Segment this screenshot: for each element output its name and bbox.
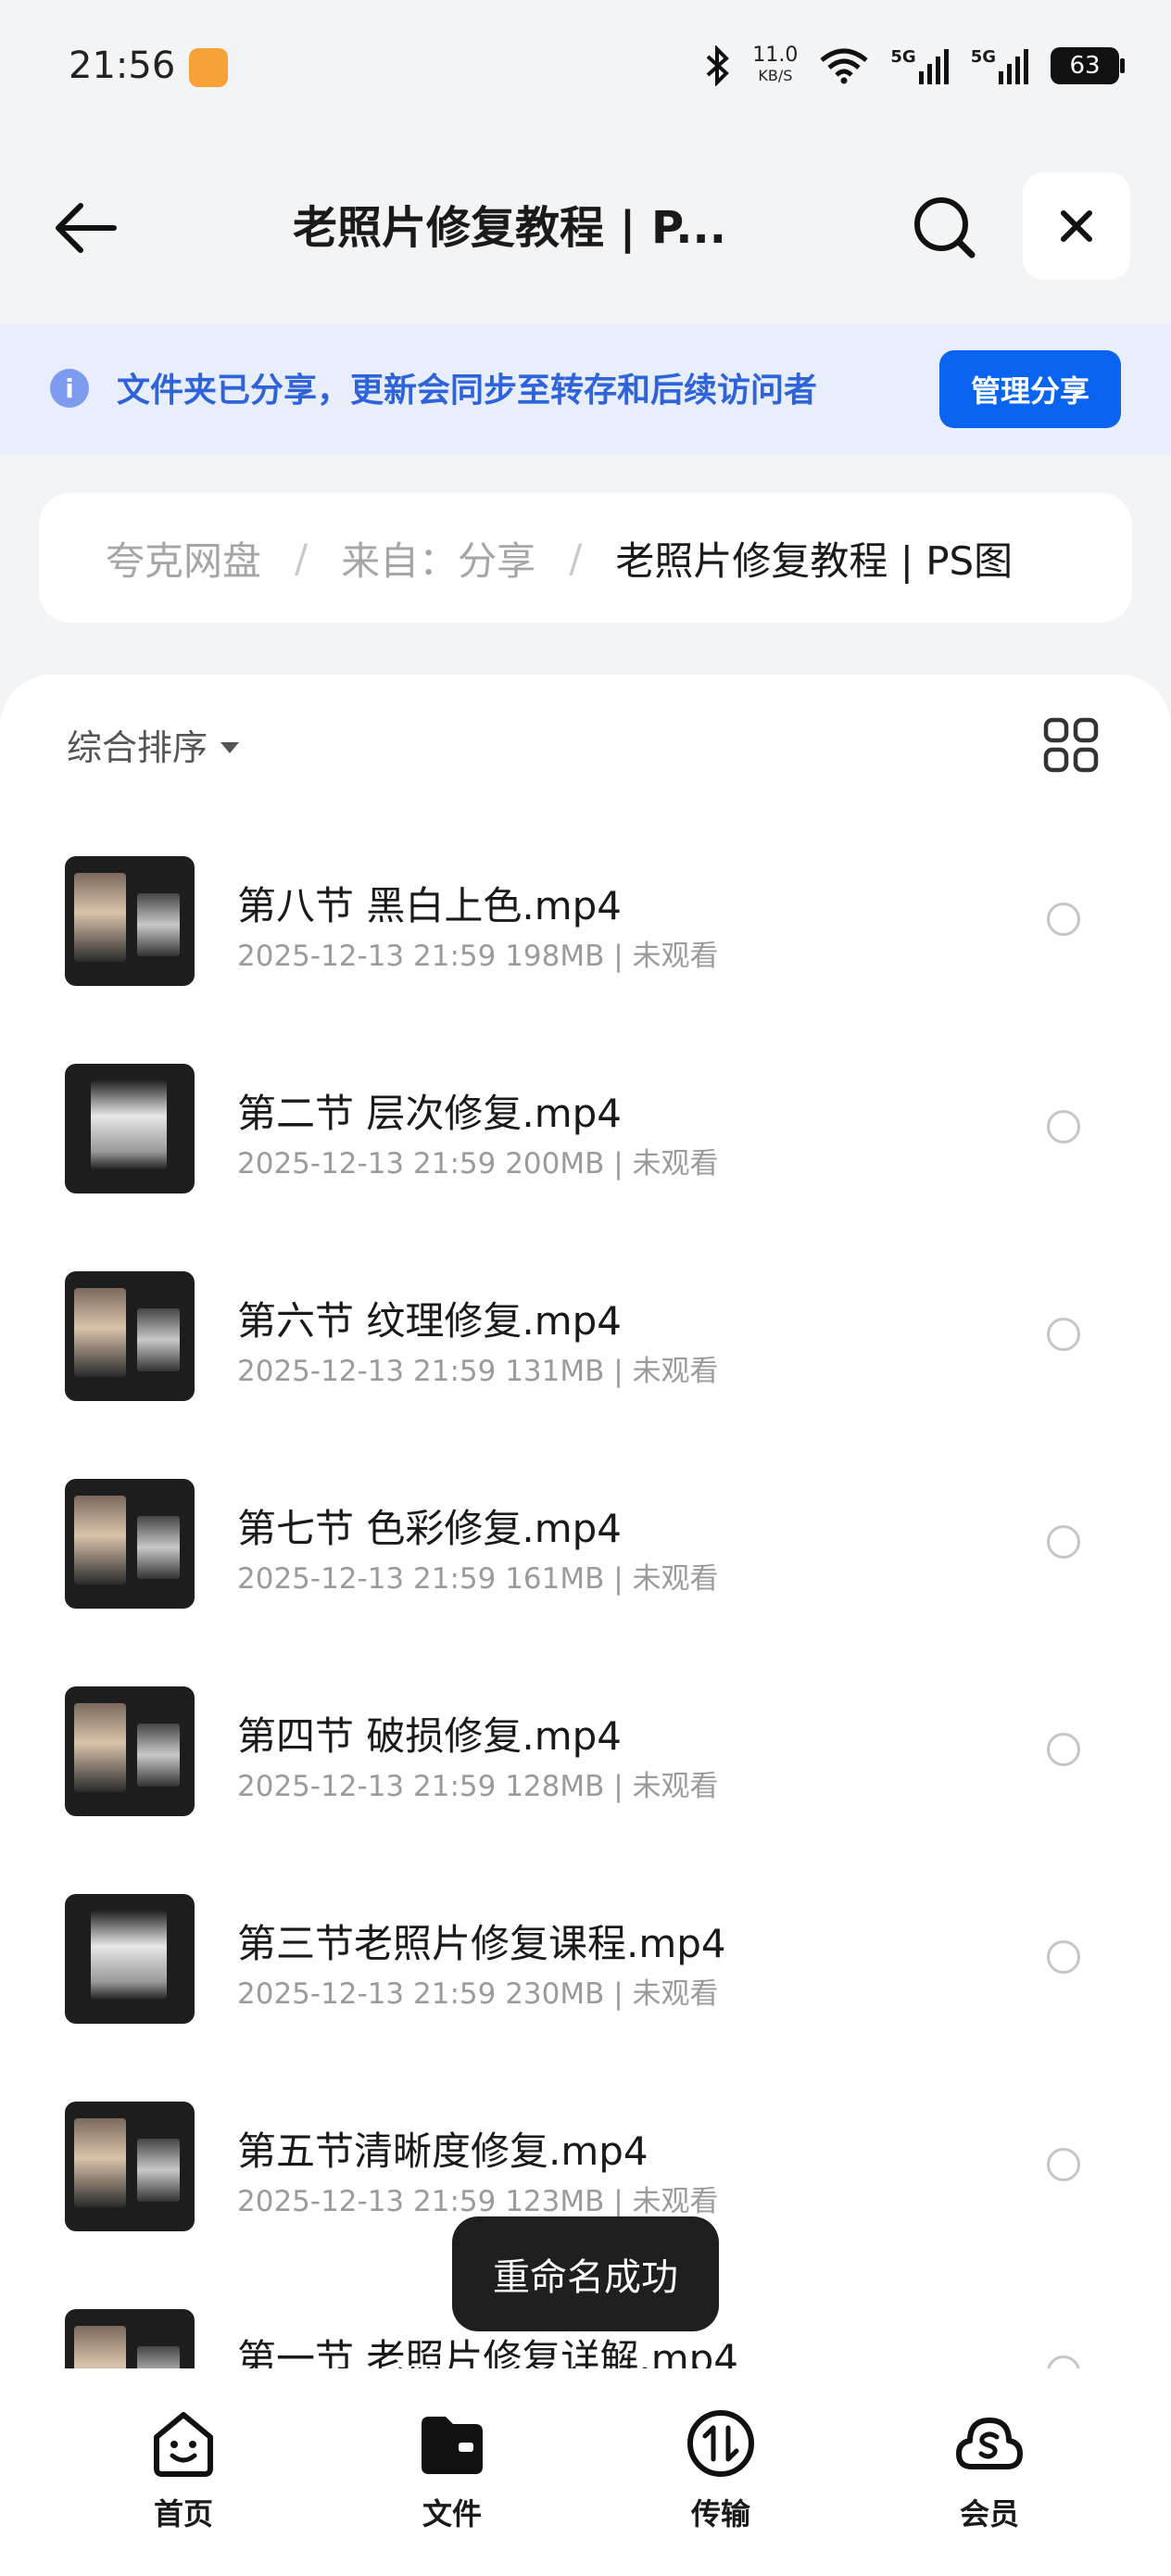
member-cloud-icon (956, 2418, 1023, 2469)
select-checkbox[interactable] (1047, 2148, 1080, 2181)
select-checkbox[interactable] (1047, 1940, 1080, 1974)
list-item[interactable]: 第三节老照片修复课程.mp4 2025-12-13 21:59 230MB | … (0, 1872, 1171, 2079)
tab-home-label: 首页 (153, 2496, 213, 2532)
signal-2: 5G (971, 47, 1030, 84)
close-icon (1061, 210, 1092, 242)
sort-dropdown[interactable]: 综合排序 (67, 719, 240, 770)
list-item[interactable]: 第八节 黑白上色.mp4 2025-12-13 21:59 198MB | 未观… (0, 834, 1171, 1042)
tab-member-label: 会员 (959, 2496, 1019, 2532)
tab-files[interactable]: 文件 (378, 2407, 526, 2533)
file-meta: 2025-12-13 21:59 123MB | 未观看 (237, 2185, 719, 2218)
select-checkbox[interactable] (1047, 903, 1080, 936)
share-banner-text: 文件夹已分享，更新会同步至转存和后续访问者 (117, 372, 818, 410)
signal-1-label: 5G (890, 47, 916, 67)
video-thumbnail (65, 1479, 195, 1609)
search-button[interactable] (908, 191, 982, 265)
select-checkbox[interactable] (1047, 2355, 1080, 2368)
tab-member[interactable]: 会员 (915, 2407, 1064, 2533)
file-meta: 2025-12-13 21:59 198MB | 未观看 (237, 940, 719, 973)
video-thumbnail (65, 1271, 195, 1401)
arrow-left-icon (56, 203, 117, 253)
caret-down-icon (220, 741, 240, 753)
grid-view-icon (1043, 717, 1099, 773)
file-meta: 2025-12-13 21:59 161MB | 未观看 (237, 1562, 719, 1596)
video-thumbnail (65, 2102, 195, 2231)
file-name: 第三节老照片修复课程.mp4 (237, 1921, 726, 1966)
wifi-icon (820, 48, 868, 84)
video-thumbnail (65, 2309, 195, 2368)
battery-indicator: 63 (1051, 47, 1125, 84)
net-speed-unit: KB/S (758, 67, 793, 84)
list-item[interactable]: 第七节 色彩修复.mp4 2025-12-13 21:59 161MB | 未观… (0, 1457, 1171, 1664)
signal-bars-icon (999, 49, 1028, 84)
net-speed: 11.0 KB/S (752, 45, 798, 86)
file-meta: 2025-12-13 21:59 230MB | 未观看 (237, 1977, 719, 2011)
file-meta: 2025-12-13 21:59 131MB | 未观看 (237, 1355, 719, 1388)
bluetooth-icon (707, 45, 730, 86)
signal-1: 5G (890, 47, 950, 84)
select-checkbox[interactable] (1047, 1733, 1080, 1766)
breadcrumb: 夸克网盘 / 来自：分享 / 老照片修复教程 | PS图 (39, 493, 1132, 623)
breadcrumb-item-share[interactable]: 来自：分享 (341, 530, 535, 587)
tab-transfer[interactable]: 传输 (647, 2407, 795, 2533)
manage-share-button[interactable]: 管理分享 (939, 350, 1121, 428)
home-face-icon (154, 2412, 213, 2477)
app-notification-icon (189, 48, 228, 87)
video-thumbnail (65, 1686, 195, 1816)
sort-label: 综合排序 (67, 727, 208, 768)
tab-transfer-label: 传输 (690, 2496, 750, 2532)
breadcrumb-item-root[interactable]: 夸克网盘 (106, 530, 261, 587)
file-name: 第四节 破损修复.mp4 (237, 1713, 622, 1759)
list-item[interactable]: 第二节 层次修复.mp4 2025-12-13 21:59 200MB | 未观… (0, 1042, 1171, 1249)
folder-icon (422, 2417, 483, 2474)
tab-files-label: 文件 (422, 2496, 482, 2532)
breadcrumb-item-current: 老照片修复教程 | PS图 (615, 537, 1014, 584)
back-button[interactable] (48, 191, 122, 265)
tab-home[interactable]: 首页 (109, 2407, 258, 2533)
select-checkbox[interactable] (1047, 1318, 1080, 1351)
video-thumbnail (65, 1894, 195, 2024)
file-name: 第五节清晰度修复.mp4 (237, 2128, 648, 2174)
file-list: 第八节 黑白上色.mp4 2025-12-13 21:59 198MB | 未观… (0, 834, 1171, 2368)
transfer-icon (687, 2410, 754, 2477)
search-icon (914, 197, 976, 259)
grid-view-button[interactable] (1043, 717, 1099, 773)
info-icon: i (50, 369, 89, 408)
file-name: 第二节 层次修复.mp4 (237, 1091, 622, 1136)
file-name: 第八节 黑白上色.mp4 (237, 883, 622, 928)
close-button[interactable] (1023, 172, 1130, 280)
status-indicators: 11.0 KB/S 5G 5G 63 (704, 43, 1125, 89)
select-checkbox[interactable] (1047, 1525, 1080, 1559)
breadcrumb-separator: / (569, 535, 583, 581)
signal-bars-icon (918, 49, 949, 84)
file-name: 第一节 老照片修复详解.mp4 (237, 2336, 738, 2368)
select-checkbox[interactable] (1047, 1110, 1080, 1143)
file-meta: 2025-12-13 21:59 200MB | 未观看 (237, 1147, 719, 1181)
page-title: 老照片修复教程 | P... (292, 202, 727, 254)
list-item[interactable]: 第四节 破损修复.mp4 2025-12-13 21:59 128MB | 未观… (0, 1664, 1171, 1872)
file-name: 第六节 纹理修复.mp4 (237, 1298, 622, 1344)
breadcrumb-separator: / (295, 535, 308, 581)
file-meta: 2025-12-13 21:59 128MB | 未观看 (237, 1770, 719, 1803)
file-name: 第七节 色彩修复.mp4 (237, 1506, 622, 1551)
status-time: 21:56 (69, 44, 176, 87)
net-speed-value: 11.0 (752, 44, 799, 67)
signal-2-label: 5G (970, 47, 996, 67)
list-item[interactable]: 第六节 纹理修复.mp4 2025-12-13 21:59 131MB | 未观… (0, 1249, 1171, 1457)
video-thumbnail (65, 856, 195, 986)
toast-message: 重命名成功 (452, 2216, 719, 2331)
video-thumbnail (65, 1064, 195, 1193)
